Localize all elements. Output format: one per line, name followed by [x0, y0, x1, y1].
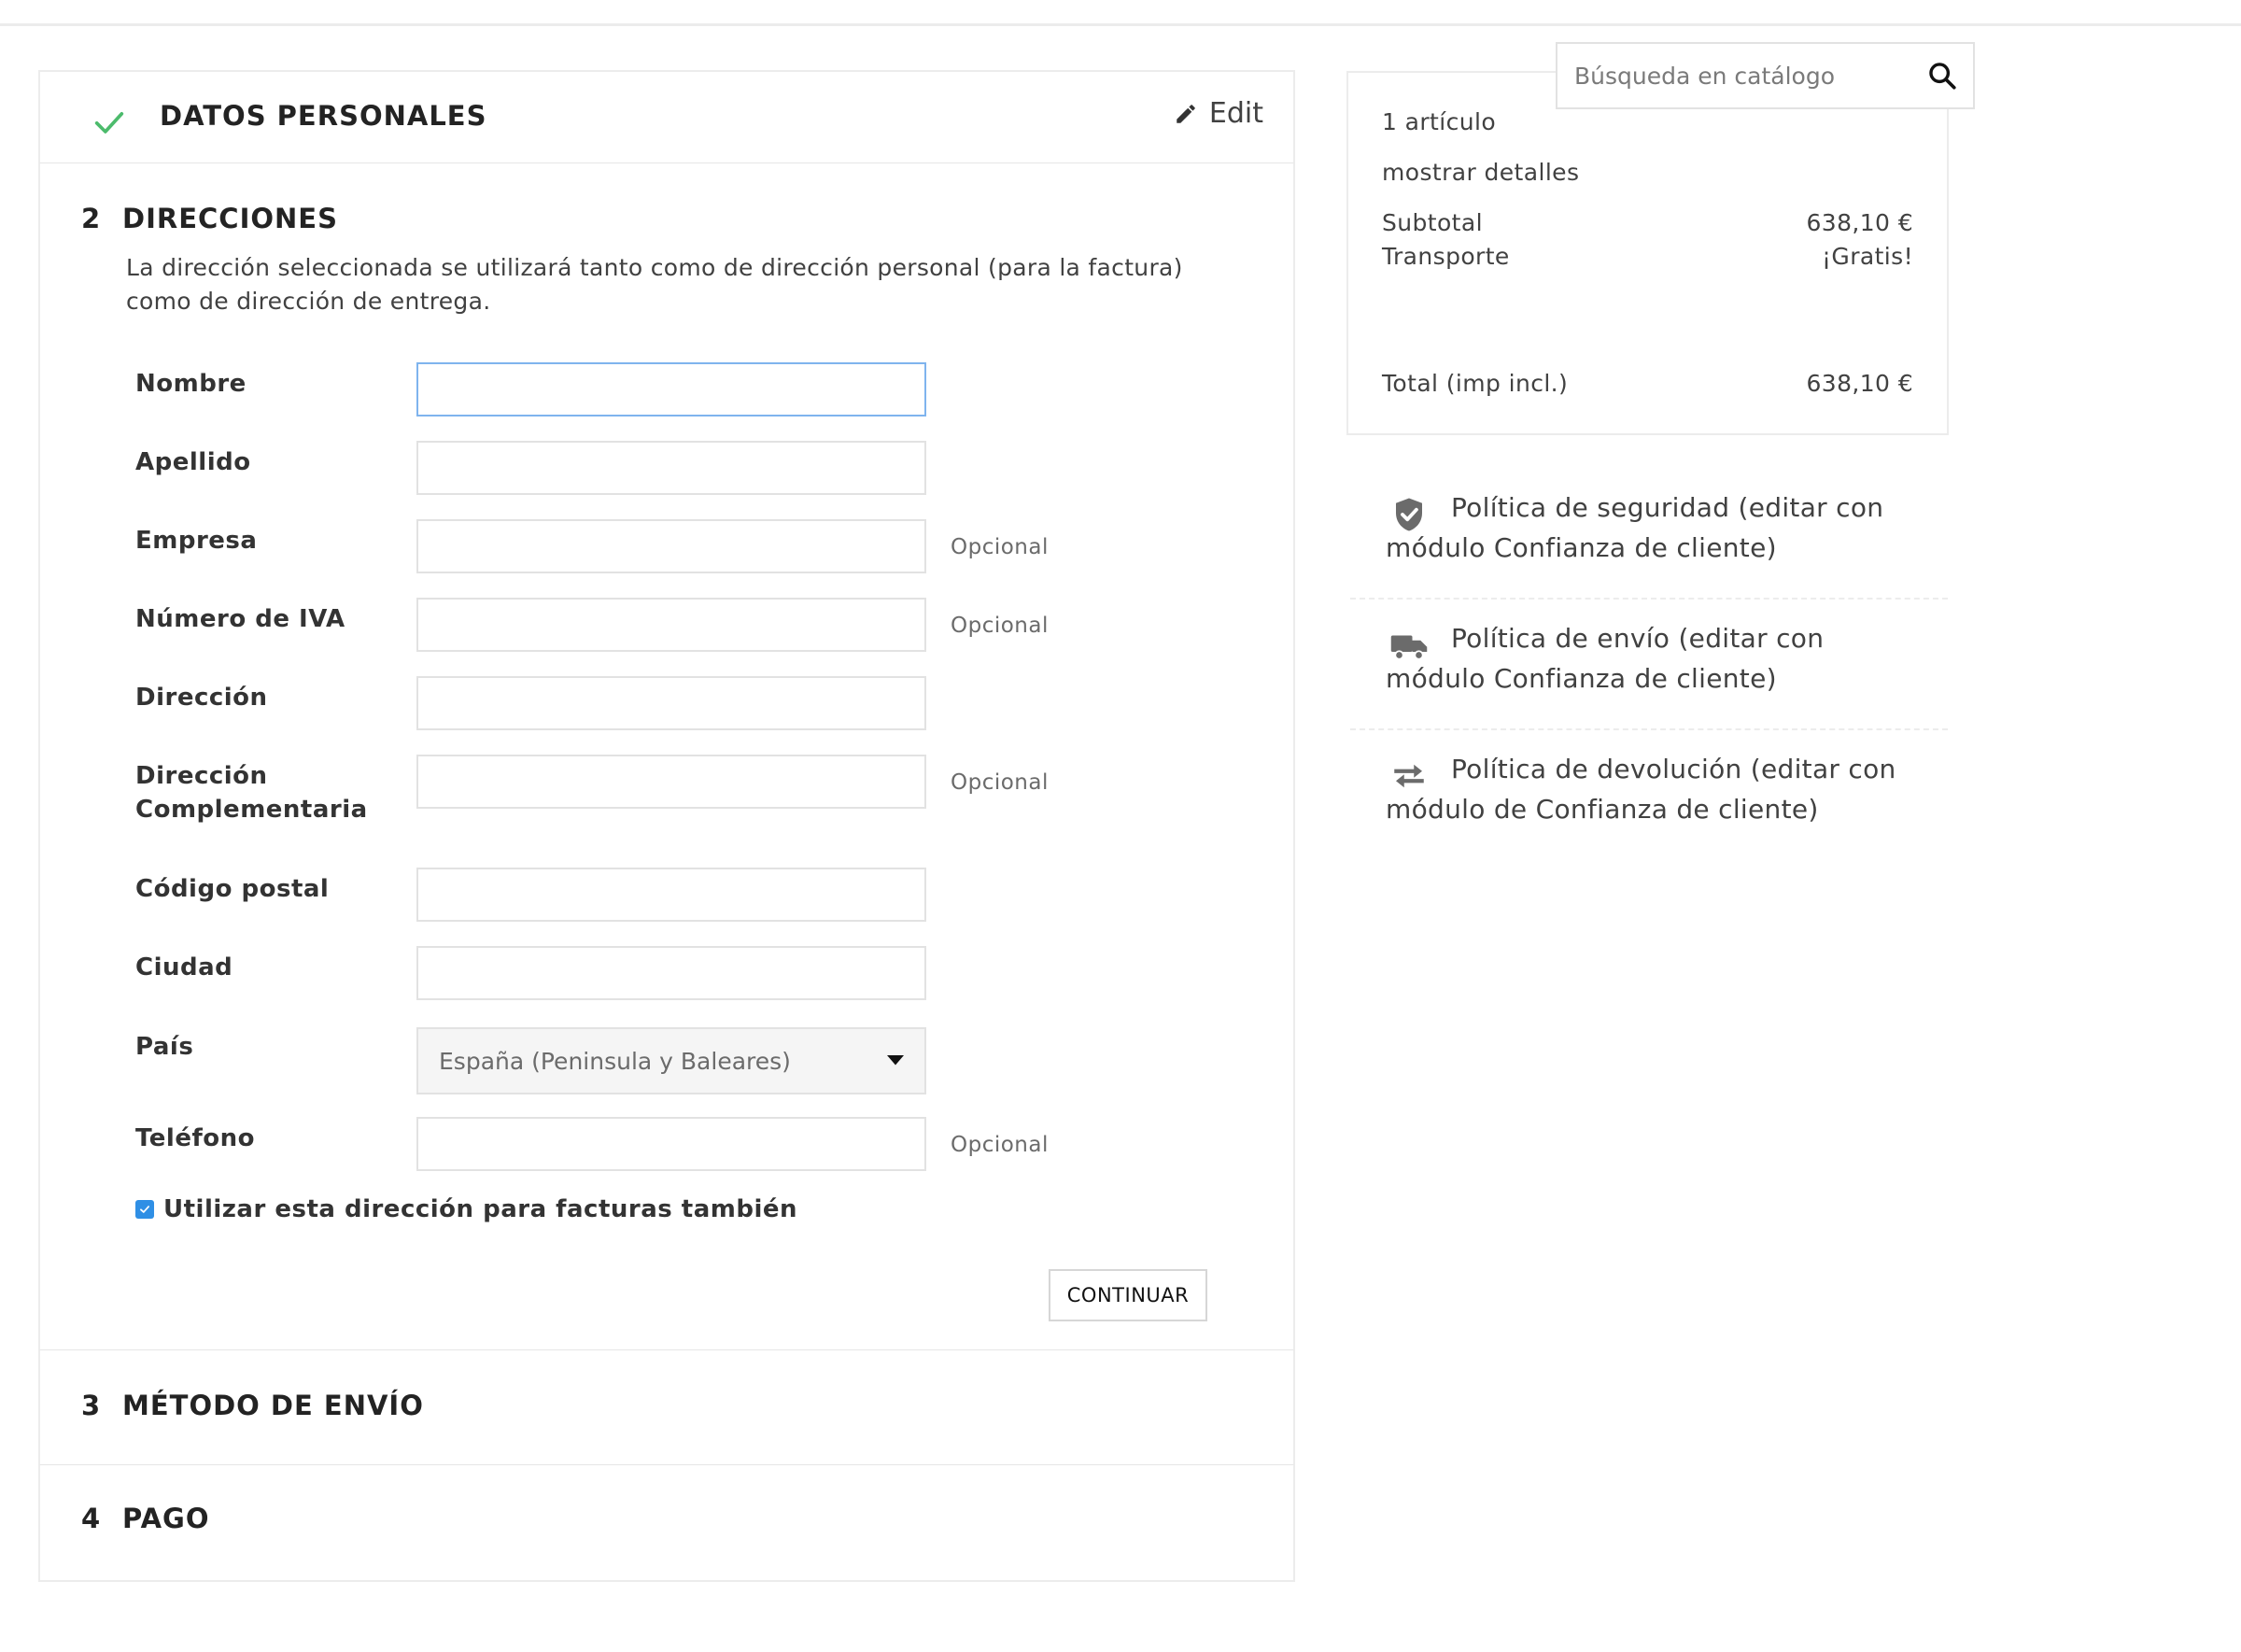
label-pais: País — [135, 1033, 194, 1061]
step-number: 3 — [81, 1390, 101, 1421]
direccion-input[interactable] — [416, 676, 926, 730]
empresa-input[interactable] — [416, 519, 926, 573]
catalog-search — [1556, 42, 1975, 109]
reassurance-security: Política de seguridad (editar con módulo… — [1350, 469, 1948, 600]
direccion-complementaria-input[interactable] — [416, 755, 926, 809]
label-nombre: Nombre — [135, 370, 247, 398]
pais-select[interactable]: España (Peninsula y Baleares) — [416, 1027, 926, 1094]
ciudad-input[interactable] — [416, 946, 926, 1000]
edit-label: Edit — [1208, 97, 1263, 130]
label-codigo-postal: Código postal — [135, 875, 330, 903]
continue-button[interactable]: CONTINUAR — [1049, 1269, 1207, 1321]
label-ciudad: Ciudad — [135, 953, 233, 981]
address-description: La dirección seleccionada se utilizará t… — [126, 254, 1183, 315]
reassurance-returns: Política de devolución (editar con módul… — [1350, 730, 1948, 861]
label-direccion-complementaria: Dirección Complementaria — [135, 762, 368, 824]
label-apellido: Apellido — [135, 448, 251, 476]
reassurance-shipping: Política de envío (editar con módulo Con… — [1350, 600, 1948, 730]
shipping-label: Transporte — [1382, 243, 1510, 270]
step-number: 2 — [81, 203, 101, 234]
label-telefono: Teléfono — [135, 1124, 256, 1152]
edit-personal-button[interactable]: Edit — [1174, 97, 1263, 130]
top-divider — [0, 23, 2241, 26]
pencil-icon — [1177, 104, 1195, 123]
optional-empresa: Opcional — [951, 535, 1049, 559]
total-value: 638,10 € — [1806, 370, 1913, 397]
step-shipping-title: MÉTODO DE ENVÍO — [122, 1390, 424, 1421]
subtotal-value: 638,10 € — [1806, 209, 1913, 236]
check-icon — [94, 112, 124, 134]
use-for-invoice-label: Utilizar esta dirección para facturas ta… — [163, 1195, 798, 1223]
label-iva: Número de IVA — [135, 605, 345, 633]
reassurance-shipping-text: Política de envío (editar con módulo Con… — [1386, 623, 1825, 694]
step-addresses-title: DIRECCIONES — [122, 203, 338, 234]
optional-iva: Opcional — [951, 614, 1049, 638]
pais-selected-value: España (Peninsula y Baleares) — [439, 1047, 791, 1075]
step-addresses: 2 DIRECCIONES La dirección seleccionada … — [38, 163, 1295, 1352]
shipping-value: ¡Gratis! — [1822, 243, 1913, 270]
cart-items-count: 1 artículo — [1382, 108, 1497, 135]
step-payment[interactable]: 4 PAGO — [38, 1465, 1295, 1582]
apellido-input[interactable] — [416, 441, 926, 495]
caret-down-icon — [887, 1055, 904, 1066]
telefono-input[interactable] — [416, 1117, 926, 1171]
reassurance-security-text: Política de seguridad (editar con módulo… — [1386, 492, 1884, 563]
step-personal-title: DATOS PERSONALES — [160, 100, 487, 132]
subtotal-label: Subtotal — [1382, 209, 1483, 236]
label-empresa: Empresa — [135, 527, 258, 555]
label-direccion: Dirección — [135, 684, 268, 712]
show-details-link[interactable]: mostrar detalles — [1382, 159, 1579, 186]
iva-input[interactable] — [416, 598, 926, 652]
optional-direccion-complementaria: Opcional — [951, 770, 1049, 795]
step-number: 4 — [81, 1503, 101, 1534]
optional-telefono: Opcional — [951, 1133, 1049, 1157]
checkmark-icon — [140, 1206, 149, 1213]
step-personal-info: DATOS PERSONALES Edit — [38, 70, 1295, 165]
codigo-postal-input[interactable] — [416, 868, 926, 922]
step-payment-title: PAGO — [122, 1503, 210, 1534]
use-for-invoice-checkbox[interactable] — [135, 1200, 154, 1219]
total-label: Total (imp incl.) — [1382, 370, 1569, 397]
nombre-input[interactable] — [416, 362, 926, 417]
search-icon[interactable] — [1926, 60, 1958, 92]
step-shipping-method[interactable]: 3 MÉTODO DE ENVÍO — [38, 1350, 1295, 1467]
cart-summary: 1 artículo mostrar detalles Subtotal 638… — [1346, 71, 1949, 435]
search-input[interactable] — [1572, 61, 1926, 91]
reassurance-returns-text: Política de devolución (editar con módul… — [1386, 754, 1896, 825]
use-for-invoice-checkbox-row[interactable]: Utilizar esta dirección para facturas ta… — [135, 1195, 797, 1223]
